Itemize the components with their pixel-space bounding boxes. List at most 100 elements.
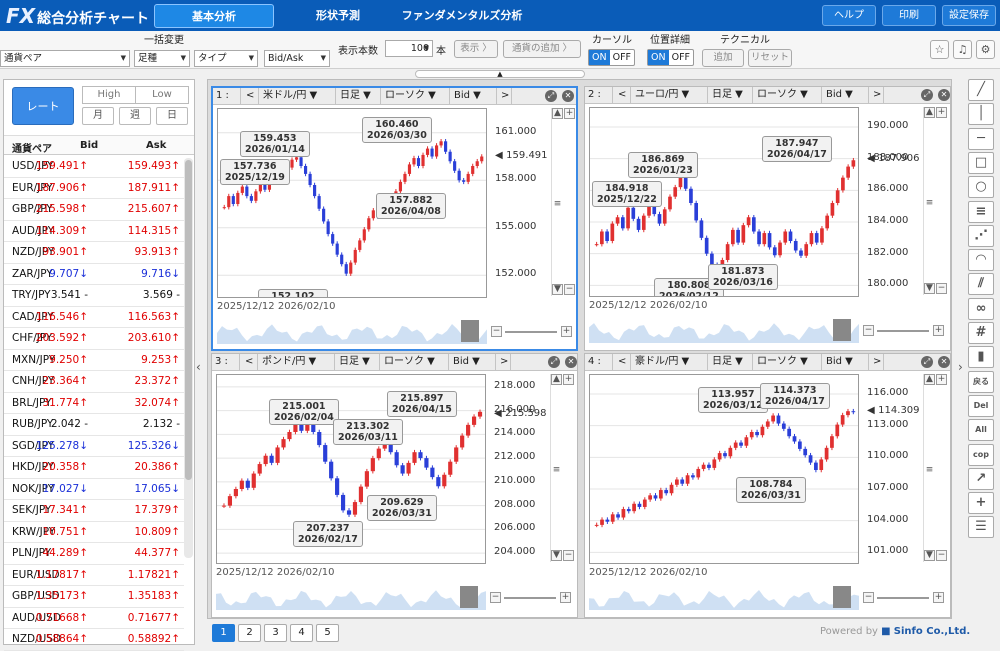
table-row[interactable]: SGD/JPY 125.278↓ 125.326↓	[4, 436, 184, 457]
add-currency-button[interactable]: 通貨の追加 〉	[503, 40, 581, 58]
collapse-right-icon[interactable]: ›	[958, 360, 963, 374]
scroll-handle-icon[interactable]: ≡	[551, 466, 562, 477]
pair-dropdown[interactable]: ポンド/円 ▼	[259, 354, 335, 370]
display-count-input[interactable]: 100	[385, 40, 433, 57]
price-scrollbar[interactable]: ▲ ≡ ▼	[550, 374, 562, 562]
page-tab-3[interactable]: 3	[264, 624, 287, 642]
pair-dropdown[interactable]: 米ドル/円 ▼	[260, 88, 336, 104]
table-row[interactable]: NZD/JPY 93.901↑ 93.913↑	[4, 242, 184, 264]
pair-select[interactable]: 通貨ペア	[0, 50, 130, 67]
zoom-out-x-icon[interactable]: −	[863, 592, 874, 603]
print-button[interactable]: 印刷	[882, 5, 936, 26]
close-icon[interactable]: ✕	[938, 89, 950, 101]
help-button[interactable]: ヘルプ	[822, 5, 876, 26]
scroll-down-icon[interactable]: ▼	[551, 550, 562, 561]
scroll-down-icon[interactable]: ▼	[924, 550, 935, 561]
period-dropdown[interactable]: 日足 ▼	[709, 354, 753, 370]
pair-dropdown[interactable]: ユーロ/円 ▼	[632, 87, 708, 103]
prev-arrow[interactable]: <	[615, 87, 631, 103]
table-row[interactable]: RUB/JPY 2.042 - 2.132 -	[4, 414, 184, 436]
side-dropdown[interactable]: Bid ▼	[823, 87, 869, 103]
side-dropdown[interactable]: Bid ▼	[450, 354, 496, 370]
candlestick-plot[interactable]: 113.957 2026/03/12 114.373 2026/04/17 108.78…	[589, 374, 859, 564]
delete-button[interactable]: Del	[968, 394, 994, 417]
period-dropdown[interactable]: 日足 ▼	[336, 354, 380, 370]
table-row[interactable]: USD/JPY 159.491↑ 159.493↑	[4, 156, 184, 178]
page-tab-2[interactable]: 2	[238, 624, 261, 642]
crosshair-icon[interactable]: +	[968, 492, 994, 515]
gear-icon[interactable]: ⚙	[976, 40, 995, 59]
scroll-down-icon[interactable]: ▼	[552, 284, 563, 295]
chart-type-dropdown[interactable]: ローソク ▼	[754, 354, 822, 370]
zoom-out-x-icon[interactable]: −	[490, 592, 501, 603]
zoom-x-bar[interactable]: − +	[490, 592, 574, 604]
page-tab-1[interactable]: 1	[212, 624, 235, 642]
period-dropdown[interactable]: 日足 ▼	[709, 87, 753, 103]
star-icon[interactable]: ☆	[930, 40, 949, 59]
zoom-x-slider[interactable]	[505, 331, 557, 333]
scroll-down-icon[interactable]: ▼	[924, 283, 935, 294]
zoom-in-icon[interactable]: +	[564, 108, 575, 119]
zoom-in-x-icon[interactable]: +	[561, 326, 572, 337]
candlestick-plot[interactable]: 186.869 2026/01/23 184.918 2025/12/22 187.94…	[589, 107, 859, 297]
detach-icon[interactable]: ⤢	[921, 356, 933, 368]
table-row[interactable]: CNH/JPY 23.364↑ 23.372↑	[4, 371, 184, 393]
all-delete-button[interactable]: All Del	[968, 419, 994, 454]
rate-button[interactable]: レート	[12, 87, 74, 125]
zoom-out-icon[interactable]: −	[936, 283, 947, 294]
count-icon[interactable]: #	[968, 322, 994, 344]
table-row[interactable]: PLN/JPY 44.289↑ 44.377↑	[4, 543, 184, 565]
range-navigator[interactable]	[589, 582, 859, 610]
table-row[interactable]: ZAR/JPY 9.707↓ 9.716↓	[4, 264, 184, 285]
pair-dropdown[interactable]: 豪ドル/円 ▼	[632, 354, 708, 370]
next-arrow[interactable]: >	[498, 88, 512, 104]
scroll-handle-icon[interactable]: ≡	[924, 466, 935, 477]
range-navigator[interactable]	[589, 315, 859, 343]
detach-icon[interactable]: ⤢	[548, 356, 560, 368]
zoom-x-bar[interactable]: − +	[491, 326, 575, 338]
close-icon[interactable]: ✕	[562, 90, 574, 102]
zoom-out-icon[interactable]: −	[936, 550, 947, 561]
fibonacci-icon[interactable]: ≡	[968, 200, 994, 223]
save-settings-button[interactable]: 設定保存	[942, 5, 996, 26]
zoom-y-bar[interactable]: + −	[936, 107, 948, 295]
copy-button[interactable]: cop py	[968, 443, 994, 479]
table-row[interactable]: GBP/USD 1.35173↑ 1.35183↑	[4, 586, 184, 608]
collapse-left-icon[interactable]: ‹	[196, 360, 201, 374]
table-row[interactable]: NZD/USD 0.58864↑ 0.58892↑	[4, 629, 184, 651]
prev-arrow[interactable]: <	[242, 354, 258, 370]
trend-icon[interactable]: ╱	[968, 79, 994, 101]
side-dropdown[interactable]: Bid ▼	[823, 354, 869, 370]
prev-arrow[interactable]: <	[615, 354, 631, 370]
list-icon[interactable]: ☰	[968, 516, 994, 539]
next-arrow[interactable]: >	[870, 87, 884, 103]
zoom-x-bar[interactable]: − +	[863, 325, 947, 337]
month-button[interactable]: 月	[82, 107, 114, 125]
zoom-y-bar[interactable]: + −	[563, 374, 575, 562]
range-navigator[interactable]	[217, 316, 487, 344]
bell-icon[interactable]: ♫	[953, 40, 972, 59]
scroll-handle-icon[interactable]: ≡	[552, 200, 563, 211]
page-tab-4[interactable]: 4	[290, 624, 313, 642]
zoom-in-x-icon[interactable]: +	[560, 592, 571, 603]
scroll-handle-icon[interactable]: ≡	[924, 199, 935, 210]
chart-type-dropdown[interactable]: ローソク ▼	[382, 88, 450, 104]
price-scrollbar[interactable]: ▲ ≡ ▼	[923, 107, 935, 295]
zoom-in-icon[interactable]: +	[936, 374, 947, 385]
position-toggle[interactable]: ON OFF	[647, 49, 694, 66]
table-row[interactable]: EUR/USD 1.17817↑ 1.17821↑	[4, 565, 184, 586]
close-icon[interactable]: ✕	[565, 356, 577, 368]
candle-icon[interactable]: ▮	[968, 346, 994, 369]
period-select[interactable]: 足種	[134, 50, 190, 67]
zoom-x-slider[interactable]	[504, 597, 556, 599]
collapse-toolbar-handle[interactable]: ▲	[415, 70, 585, 78]
day-button[interactable]: 日	[156, 107, 188, 125]
prev-arrow[interactable]: <	[243, 88, 259, 104]
zoom-out-icon[interactable]: −	[563, 550, 574, 561]
tab-fundamental-analysis[interactable]: ファンダメンタルズ分析	[396, 4, 528, 28]
table-row[interactable]: AUD/JPY 114.309↑ 114.315↑	[4, 221, 184, 242]
position-off[interactable]: OFF	[669, 50, 693, 65]
close-icon[interactable]: ✕	[938, 356, 950, 368]
scroll-up-icon[interactable]: ▲	[552, 108, 563, 119]
table-row[interactable]: CHF/JPY 203.592↑ 203.610↑	[4, 328, 184, 350]
